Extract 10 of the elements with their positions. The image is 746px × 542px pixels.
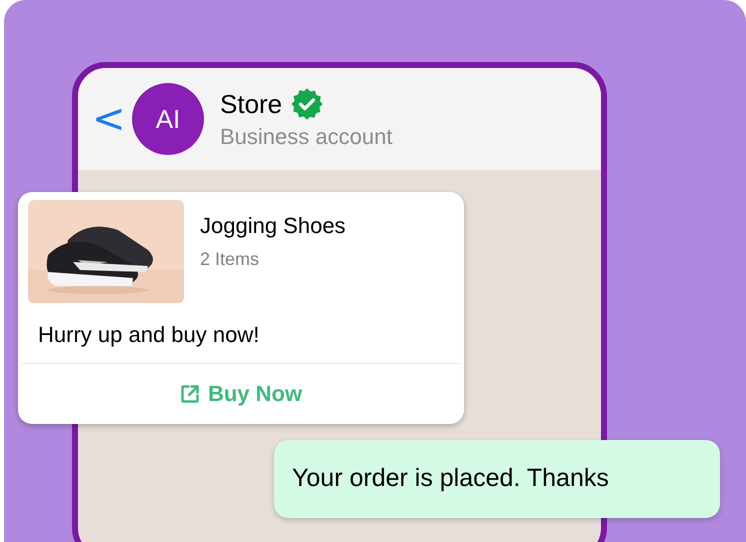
contact-name: Store xyxy=(220,88,282,120)
buy-now-button[interactable]: Buy Now xyxy=(18,364,464,424)
message-text: Hurry up and buy now! xyxy=(37,321,260,349)
back-button[interactable]: < xyxy=(92,99,120,139)
account-subtitle: Business account xyxy=(220,123,392,151)
item-count: 2 Items xyxy=(200,248,260,270)
avatar: AI xyxy=(132,83,204,155)
message-text: Your order is placed. Thanks xyxy=(292,463,609,494)
external-link-icon xyxy=(180,384,200,404)
product-title: Jogging Shoes xyxy=(200,212,346,240)
